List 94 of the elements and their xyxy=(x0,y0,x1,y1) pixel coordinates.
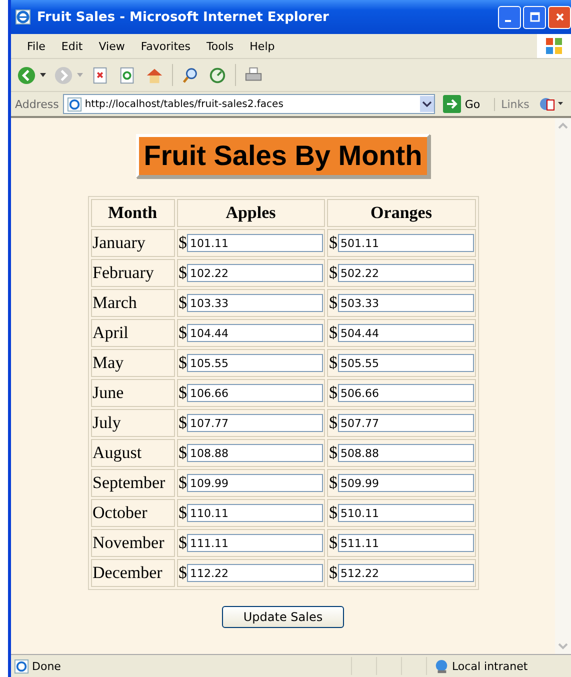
input-field[interactable]: 507.77 xyxy=(338,414,474,432)
currency-sign: $ xyxy=(329,233,338,253)
input-field[interactable]: 502.22 xyxy=(338,264,474,282)
menu-item[interactable]: Tools xyxy=(198,40,242,52)
input-field[interactable]: 506.66 xyxy=(338,384,474,402)
table-cell: July xyxy=(90,409,174,437)
currency-sign: $ xyxy=(178,353,187,373)
network-icon xyxy=(434,658,449,674)
go-button[interactable]: Go xyxy=(438,95,484,113)
menu-item[interactable]: View xyxy=(90,40,133,52)
input-field[interactable]: 105.55 xyxy=(187,354,323,372)
currency-sign: $ xyxy=(329,443,338,463)
column-header: Month xyxy=(90,199,174,227)
input-field[interactable]: 508.88 xyxy=(338,444,474,462)
input-field[interactable]: 101.11 xyxy=(187,234,323,252)
currency-sign: $ xyxy=(329,503,338,523)
currency-sign: $ xyxy=(329,533,338,553)
input-field[interactable]: 110.11 xyxy=(187,504,323,522)
address-field[interactable]: http://localhost/tables/fruit-sales2.faces xyxy=(62,94,435,114)
page-icon xyxy=(66,96,82,112)
menu-item[interactable]: File xyxy=(19,40,54,52)
input-field[interactable]: 102.22 xyxy=(187,264,323,282)
currency-sign: $ xyxy=(329,383,338,403)
input-field[interactable]: 108.88 xyxy=(187,444,323,462)
input-field[interactable]: 512.22 xyxy=(338,564,474,582)
currency-sign: $ xyxy=(329,293,338,313)
currency-sign: $ xyxy=(178,473,187,493)
currency-sign: $ xyxy=(329,473,338,493)
currency-sign: $ xyxy=(178,293,187,313)
column-header: Oranges xyxy=(327,199,476,227)
windows-logo-icon xyxy=(537,34,571,58)
menu-item[interactable]: Help xyxy=(242,40,283,52)
table-cell: September xyxy=(90,469,174,497)
currency-sign: $ xyxy=(178,323,187,343)
input-field[interactable]: 504.44 xyxy=(338,324,474,342)
input-field[interactable]: 511.11 xyxy=(338,534,474,552)
input-field[interactable]: 501.11 xyxy=(338,234,474,252)
zone-text: Local intranet xyxy=(452,660,528,672)
input-field[interactable]: 112.22 xyxy=(187,564,323,582)
address-label: Address xyxy=(15,98,59,110)
input-field[interactable]: 109.99 xyxy=(187,474,323,492)
input-field[interactable]: 104.44 xyxy=(187,324,323,342)
currency-sign: $ xyxy=(329,263,338,283)
dropdown-icon[interactable] xyxy=(40,73,46,77)
table-cell: May xyxy=(90,349,174,377)
close-button[interactable] xyxy=(548,6,571,28)
currency-sign: $ xyxy=(329,353,338,373)
table-cell: February xyxy=(90,259,174,287)
currency-sign: $ xyxy=(178,233,187,253)
currency-sign: $ xyxy=(178,563,187,583)
table-cell: April xyxy=(90,319,174,347)
close-icon xyxy=(554,12,564,22)
minimize-button[interactable] xyxy=(498,6,521,28)
input-field[interactable]: 505.55 xyxy=(338,354,474,372)
input-field[interactable]: 509.99 xyxy=(338,474,474,492)
maximize-icon xyxy=(530,12,540,22)
table-cell: August xyxy=(90,439,174,467)
input-field[interactable]: 111.11 xyxy=(187,534,323,552)
input-field[interactable]: 103.33 xyxy=(187,294,323,312)
favorites-icon[interactable] xyxy=(208,66,227,84)
menu-item[interactable]: Favorites xyxy=(132,40,199,52)
dropdown-icon[interactable] xyxy=(420,96,434,112)
browser-icon xyxy=(15,9,31,25)
table-cell: January xyxy=(90,229,174,257)
page-heading: Fruit Sales By Month xyxy=(136,134,430,178)
page-icon xyxy=(14,658,29,674)
input-field[interactable]: 106.66 xyxy=(187,384,323,402)
menu-item[interactable]: Edit xyxy=(53,40,91,52)
currency-sign: $ xyxy=(178,503,187,523)
currency-sign: $ xyxy=(178,383,187,403)
maximize-button[interactable] xyxy=(523,6,546,28)
pdf-icon[interactable] xyxy=(539,96,564,112)
status-text: Done xyxy=(32,660,61,672)
table-cell: June xyxy=(90,379,174,407)
currency-sign: $ xyxy=(178,443,187,463)
currency-sign: $ xyxy=(178,413,187,433)
currency-sign: $ xyxy=(329,323,338,343)
currency-sign: $ xyxy=(178,263,187,283)
input-field[interactable]: 107.77 xyxy=(187,414,323,432)
currency-sign: $ xyxy=(178,533,187,553)
update-button[interactable]: Update Sales xyxy=(222,606,344,628)
table-cell: December xyxy=(90,559,174,587)
search-icon[interactable] xyxy=(181,66,200,84)
window-title: Fruit Sales - Microsoft Internet Explorer xyxy=(37,10,329,24)
input-field[interactable]: 510.11 xyxy=(338,504,474,522)
input-field[interactable]: 503.33 xyxy=(338,294,474,312)
column-header: Apples xyxy=(176,199,325,227)
links-button[interactable]: Links xyxy=(494,98,536,110)
minimize-icon xyxy=(504,20,510,22)
table-cell: November xyxy=(90,529,174,557)
table-cell: March xyxy=(90,289,174,317)
table-cell: October xyxy=(90,499,174,527)
currency-sign: $ xyxy=(329,413,338,433)
currency-sign: $ xyxy=(329,563,338,583)
